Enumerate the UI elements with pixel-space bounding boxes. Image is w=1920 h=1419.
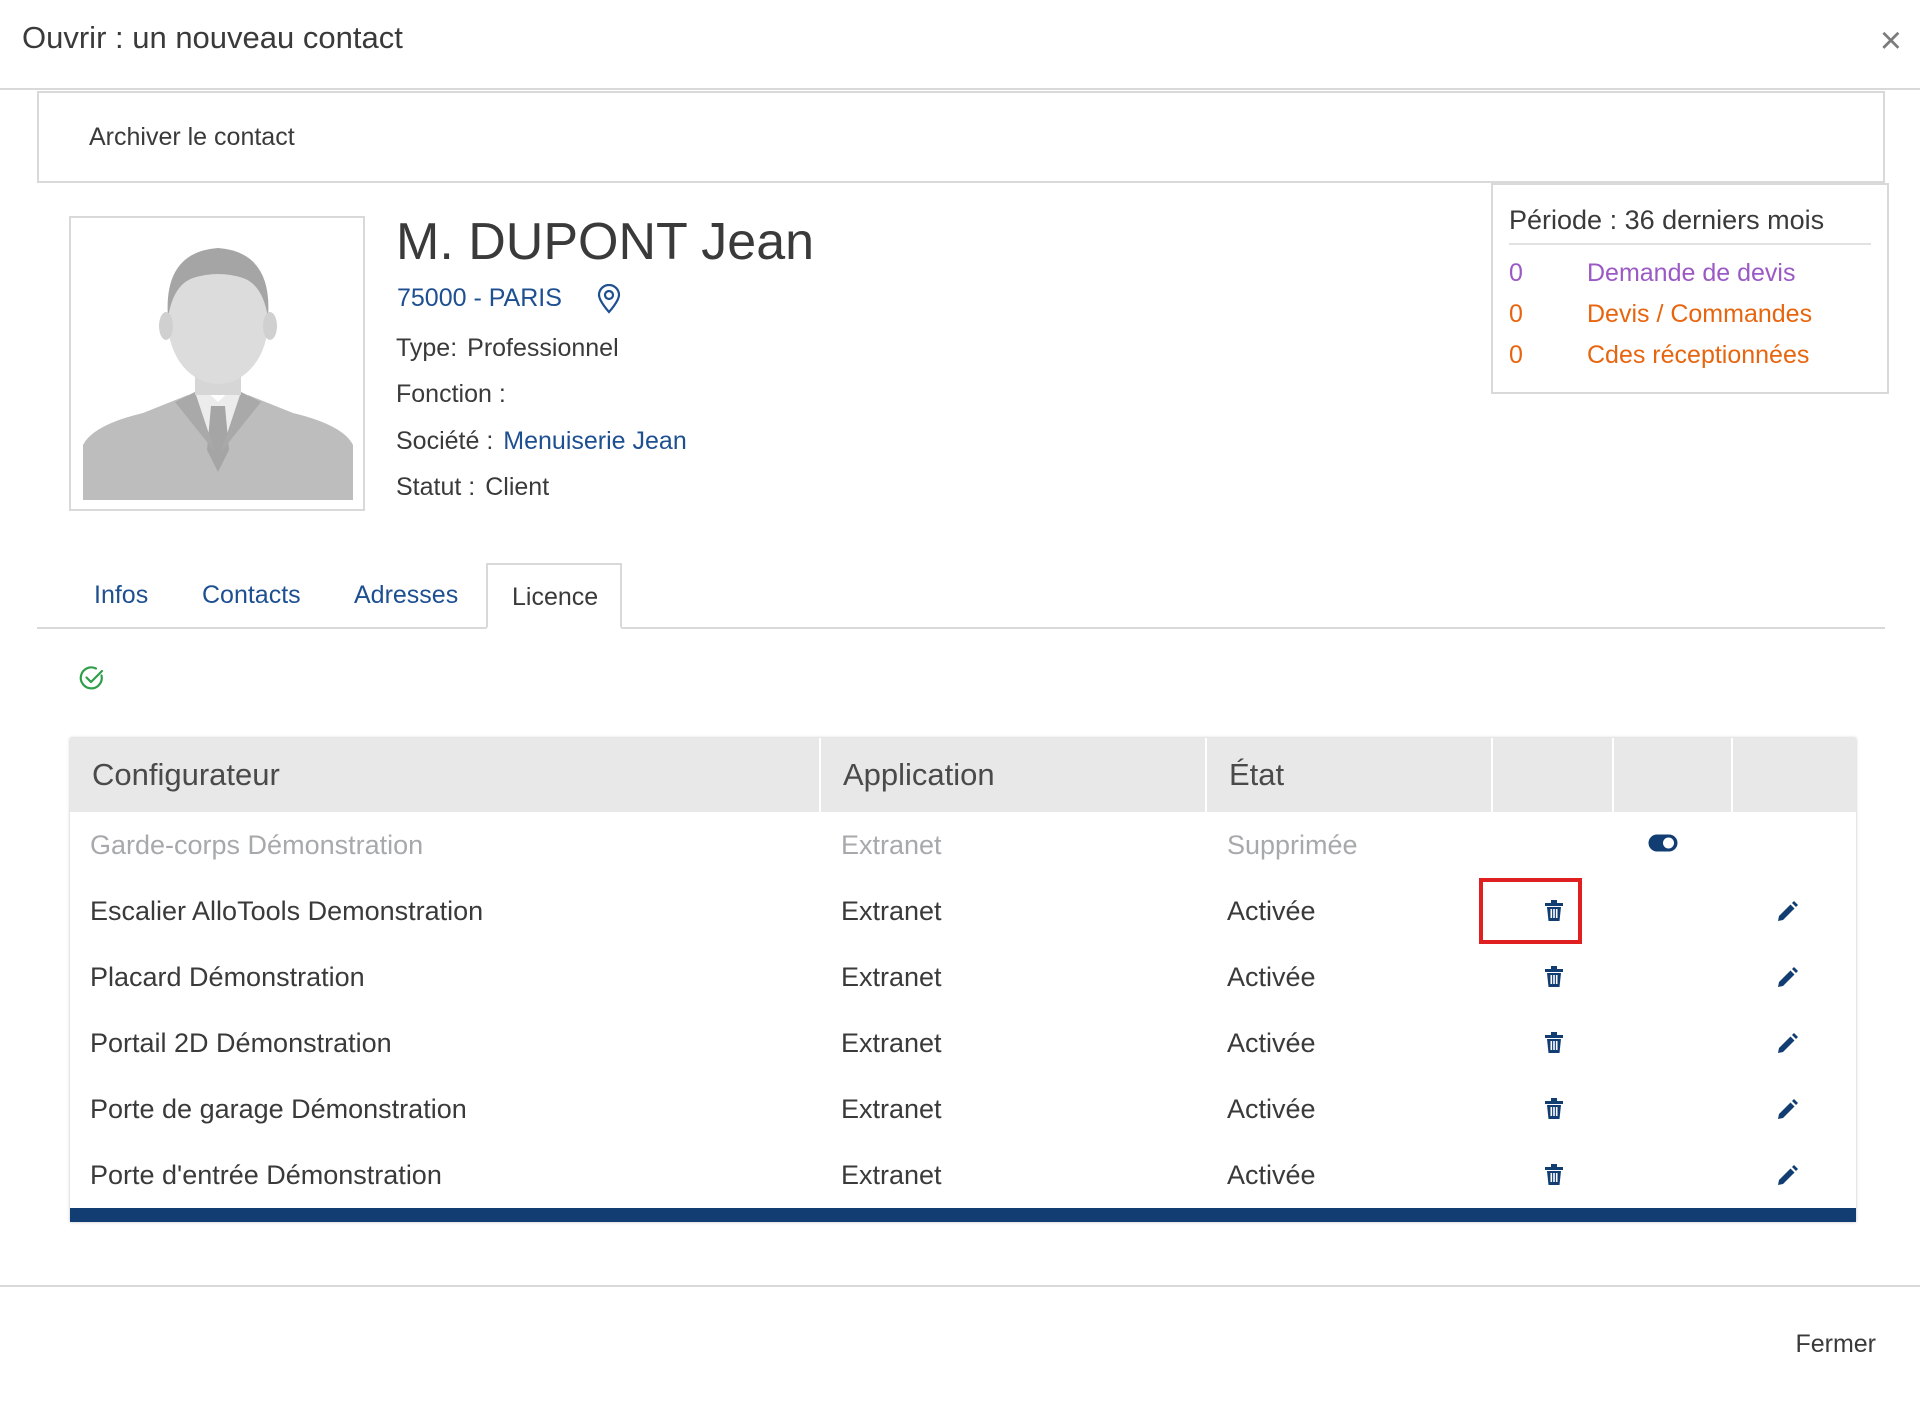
person-placeholder-icon: [83, 248, 353, 500]
highlight-box: [1479, 878, 1582, 944]
stats-divider: [1509, 243, 1871, 245]
licence-table: Configurateur Application État Garde-cor…: [70, 738, 1856, 1222]
societe-label: Société :: [396, 427, 494, 455]
pencil-icon[interactable]: [1777, 1032, 1799, 1054]
trash-icon[interactable]: [1544, 1032, 1564, 1054]
stat-label: Demande de devis: [1587, 259, 1796, 287]
table-header: Configurateur Application État: [70, 738, 1856, 812]
cell-etat: Activée: [1227, 896, 1316, 926]
edit-button[interactable]: [1733, 878, 1856, 944]
statut-value: Client: [485, 473, 550, 501]
type-value: Professionnel: [467, 334, 619, 362]
edit-button[interactable]: [1733, 1142, 1856, 1208]
table-row: Placard Démonstration Extranet Activée: [70, 944, 1856, 1010]
contact-modal: Ouvrir : un nouveau contact × Archiver l…: [0, 0, 1920, 1419]
edit-button[interactable]: [1733, 1010, 1856, 1076]
pencil-icon[interactable]: [1777, 1164, 1799, 1186]
cell-application: Extranet: [841, 1160, 942, 1190]
cell-etat: Supprimée: [1227, 830, 1358, 860]
stat-label: Devis / Commandes: [1587, 300, 1813, 328]
pencil-icon[interactable]: [1777, 966, 1799, 988]
stat-demande-devis[interactable]: 0 Demande de devis: [1509, 259, 1795, 288]
tab-infos[interactable]: Infos: [94, 563, 148, 627]
archive-bar: Archiver le contact: [37, 91, 1885, 183]
column-header-toggle: [1614, 738, 1733, 812]
stats-panel: Période : 36 derniers mois 0 Demande de d…: [1491, 183, 1889, 394]
cell-application: Extranet: [841, 1094, 942, 1124]
cell-etat: Activée: [1227, 1094, 1316, 1124]
column-header-etat[interactable]: État: [1207, 738, 1493, 812]
tab-bar: Infos Contacts Adresses Licence: [37, 563, 1885, 629]
table-row: Porte de garage Démonstration Extranet A…: [70, 1076, 1856, 1142]
cell-configurateur: Garde-corps Démonstration: [90, 830, 424, 860]
tab-licence[interactable]: Licence: [486, 563, 622, 629]
column-header-application[interactable]: Application: [821, 738, 1207, 812]
cell-etat: Activée: [1227, 1160, 1316, 1190]
contact-city-link[interactable]: 75000 - PARIS: [397, 284, 562, 313]
societe-link[interactable]: Menuiserie Jean: [503, 427, 686, 455]
close-icon[interactable]: ×: [1880, 22, 1902, 60]
stats-period-title: Période : 36 derniers mois: [1509, 205, 1825, 235]
table-row: Garde-corps Démonstration Extranet Suppr…: [70, 812, 1856, 878]
trash-icon[interactable]: [1544, 1098, 1564, 1120]
delete-button[interactable]: [1493, 1142, 1614, 1208]
cell-application: Extranet: [841, 830, 942, 860]
column-header-edit: [1733, 738, 1856, 812]
archive-contact-button[interactable]: Archiver le contact: [89, 123, 295, 152]
cell-etat: Activée: [1227, 962, 1316, 992]
edit-button[interactable]: [1733, 944, 1856, 1010]
contact-name: M. DUPONT Jean: [396, 213, 815, 271]
contact-statut: Statut : Client: [396, 473, 549, 502]
delete-button[interactable]: [1493, 1076, 1614, 1142]
cell-application: Extranet: [841, 896, 942, 926]
stat-devis-commandes[interactable]: 0 Devis / Commandes: [1509, 300, 1812, 329]
fonction-label: Fonction :: [396, 380, 506, 408]
tab-contacts[interactable]: Contacts: [202, 563, 301, 627]
column-header-configurateur[interactable]: Configurateur: [70, 738, 821, 812]
map-pin-icon[interactable]: [596, 284, 622, 314]
delete-button[interactable]: [1493, 1010, 1614, 1076]
contact-fonction: Fonction :: [396, 380, 516, 409]
cell-application: Extranet: [841, 1028, 942, 1058]
trash-icon[interactable]: [1544, 1164, 1564, 1186]
toggle-icon[interactable]: [1648, 834, 1678, 852]
toggle-switch[interactable]: [1614, 812, 1733, 878]
statut-label: Statut :: [396, 473, 476, 501]
table-row: Porte d'entrée Démonstration Extranet Ac…: [70, 1142, 1856, 1208]
stat-count: 0: [1509, 259, 1523, 287]
cell-configurateur: Porte de garage Démonstration: [90, 1094, 467, 1124]
edit-button[interactable]: [1733, 1076, 1856, 1142]
contact-societe: Société : Menuiserie Jean: [396, 427, 687, 456]
table-row: Portail 2D Démonstration Extranet Activé…: [70, 1010, 1856, 1076]
cell-configurateur: Placard Démonstration: [90, 962, 365, 992]
modal-title: Ouvrir : un nouveau contact: [22, 20, 403, 55]
pencil-icon[interactable]: [1777, 900, 1799, 922]
footer-divider: [0, 1285, 1920, 1287]
check-circle-icon: [79, 666, 104, 690]
column-header-delete: [1493, 738, 1614, 812]
stat-count: 0: [1509, 300, 1523, 328]
cell-etat: Activée: [1227, 1028, 1316, 1058]
table-row: Escalier AlloTools Demonstration Extrane…: [70, 878, 1856, 944]
stat-count: 0: [1509, 341, 1523, 369]
stat-cdes-receptionnees[interactable]: 0 Cdes réceptionnées: [1509, 341, 1809, 370]
tab-adresses[interactable]: Adresses: [354, 563, 458, 627]
type-label: Type:: [396, 334, 458, 362]
cell-application: Extranet: [841, 962, 942, 992]
close-button[interactable]: Fermer: [1795, 1330, 1876, 1359]
stat-label: Cdes réceptionnées: [1587, 341, 1810, 369]
cell-configurateur: Porte d'entrée Démonstration: [90, 1160, 442, 1190]
modal-header: Ouvrir : un nouveau contact ×: [0, 0, 1920, 90]
delete-button[interactable]: [1493, 944, 1614, 1010]
table-footer-bar: [70, 1208, 1856, 1222]
trash-icon[interactable]: [1544, 966, 1564, 988]
contact-type: Type: Professionnel: [396, 334, 619, 363]
pencil-icon[interactable]: [1777, 1098, 1799, 1120]
cell-configurateur: Portail 2D Démonstration: [90, 1028, 392, 1058]
cell-configurateur: Escalier AlloTools Demonstration: [90, 896, 484, 926]
avatar: [69, 216, 365, 511]
